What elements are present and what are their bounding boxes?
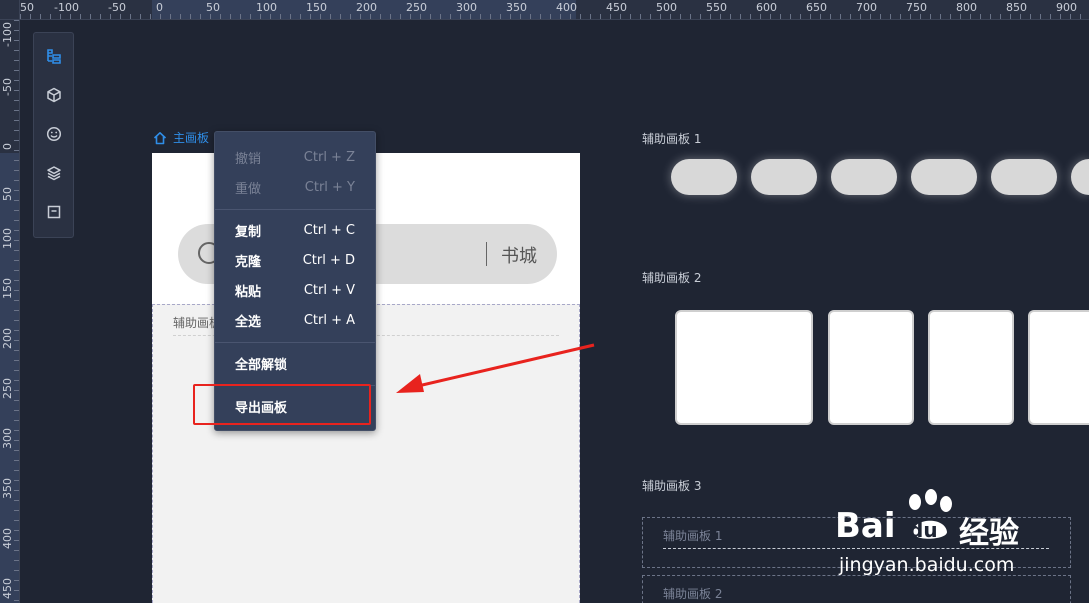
icon-library-button[interactable]	[42, 122, 66, 146]
y-tick-label: 150	[1, 278, 14, 299]
smiley-icon	[46, 126, 62, 142]
y-tick-label: 50	[1, 187, 14, 201]
x-tick-label: 400	[556, 1, 577, 14]
vertical-ruler[interactable]: -100 -50 0 50 100 150 200 250 300 350 40…	[0, 20, 20, 603]
x-tick-label: 450	[606, 1, 627, 14]
horizontal-ruler[interactable]: 50 -100 -50 0 50 100 150 200 250 300 350…	[20, 0, 1089, 20]
tree-structure-icon	[47, 49, 61, 64]
card[interactable]	[675, 310, 813, 425]
x-tick-label: 900	[1056, 1, 1077, 14]
annotation-highlight-box	[193, 384, 371, 425]
breadcrumb[interactable]: 主画板	[153, 129, 209, 146]
x-tick-label: 0	[156, 1, 163, 14]
menu-item-copy[interactable]: 复制 Ctrl + C	[215, 215, 375, 245]
x-tick-label: 150	[306, 1, 327, 14]
menu-item-unlock-all[interactable]: 全部解锁	[215, 348, 375, 378]
y-tick-label: 250	[1, 378, 14, 399]
y-tick-label: 350	[1, 478, 14, 499]
x-tick-label: 200	[356, 1, 377, 14]
search-divider	[486, 242, 487, 266]
ruler-ticks	[14, 20, 19, 601]
y-tick-label: 100	[1, 228, 14, 249]
y-tick-label: -100	[1, 22, 14, 47]
breadcrumb-main-artboard[interactable]: 主画板	[173, 129, 209, 146]
pill-button[interactable]	[671, 159, 737, 195]
bookstore-link[interactable]: 书城	[501, 242, 537, 268]
component-button[interactable]	[42, 83, 66, 107]
baidu-jingyan-watermark: Bai du 经验 jingyan.baidu.com	[835, 488, 1035, 583]
menu-separator	[215, 209, 375, 210]
aux-board-3-row-label: 辅助画板 2	[663, 587, 723, 601]
pill-button[interactable]	[991, 159, 1057, 195]
x-tick-label: 700	[856, 1, 877, 14]
ruler-ticks	[20, 14, 1081, 19]
x-tick-label: 600	[756, 1, 777, 14]
y-tick-label: 0	[1, 143, 14, 150]
y-tick-label: -50	[1, 78, 14, 96]
card[interactable]	[828, 310, 914, 425]
x-tick-label: 50	[206, 1, 220, 14]
menu-item-clone[interactable]: 克隆 Ctrl + D	[215, 245, 375, 275]
artboard-button[interactable]	[42, 200, 66, 224]
pill-button[interactable]	[911, 159, 977, 195]
home-icon	[153, 131, 167, 144]
menu-separator	[215, 342, 375, 343]
layers-button[interactable]	[42, 161, 66, 185]
watermark-url: jingyan.baidu.com	[839, 554, 1015, 576]
y-tick-label: 300	[1, 428, 14, 449]
watermark-brand: Bai	[835, 506, 896, 546]
x-tick-label: 50	[20, 1, 34, 14]
menu-item-redo[interactable]: 重做 Ctrl + Y	[215, 172, 375, 202]
pill-button[interactable]	[831, 159, 897, 195]
x-tick-label: 250	[406, 1, 427, 14]
x-tick-label: 500	[656, 1, 677, 14]
card[interactable]	[928, 310, 1014, 425]
artboard-icon	[47, 205, 61, 219]
card[interactable]	[1028, 310, 1089, 425]
y-tick-label: 200	[1, 328, 14, 349]
y-tick-label: 400	[1, 528, 14, 549]
tool-panel	[33, 32, 74, 238]
annotation-arrow-icon	[396, 343, 595, 393]
watermark-brand-du: du	[909, 518, 938, 542]
pill-button[interactable]	[1071, 159, 1089, 195]
aux-board-3-row-label: 辅助画板 1	[663, 529, 723, 543]
aux-board-3-title: 辅助画板 3	[642, 479, 702, 493]
menu-item-select-all[interactable]: 全选 Ctrl + A	[215, 305, 375, 335]
x-tick-label: 300	[456, 1, 477, 14]
y-tick-label: 450	[1, 578, 14, 599]
menu-item-undo[interactable]: 撤销 Ctrl + Z	[215, 142, 375, 172]
x-tick-label: 850	[1006, 1, 1027, 14]
aux-board-2-title: 辅助画板 2	[642, 271, 702, 285]
x-tick-label: 350	[506, 1, 527, 14]
x-tick-label: 650	[806, 1, 827, 14]
tree-structure-button[interactable]	[42, 44, 66, 68]
x-tick-label: 100	[256, 1, 277, 14]
watermark-jingyan: 经验	[959, 516, 1019, 551]
x-tick-label: -50	[108, 1, 126, 14]
aux-board-1-title: 辅助画板 1	[642, 132, 702, 146]
x-tick-label: 550	[706, 1, 727, 14]
cube-icon	[47, 87, 61, 103]
x-tick-label: 750	[906, 1, 927, 14]
ruler-corner	[0, 0, 20, 20]
menu-item-paste[interactable]: 粘贴 Ctrl + V	[215, 275, 375, 305]
layers-icon	[47, 166, 61, 181]
x-tick-label: -100	[54, 1, 79, 14]
x-tick-label: 800	[956, 1, 977, 14]
pill-button[interactable]	[751, 159, 817, 195]
